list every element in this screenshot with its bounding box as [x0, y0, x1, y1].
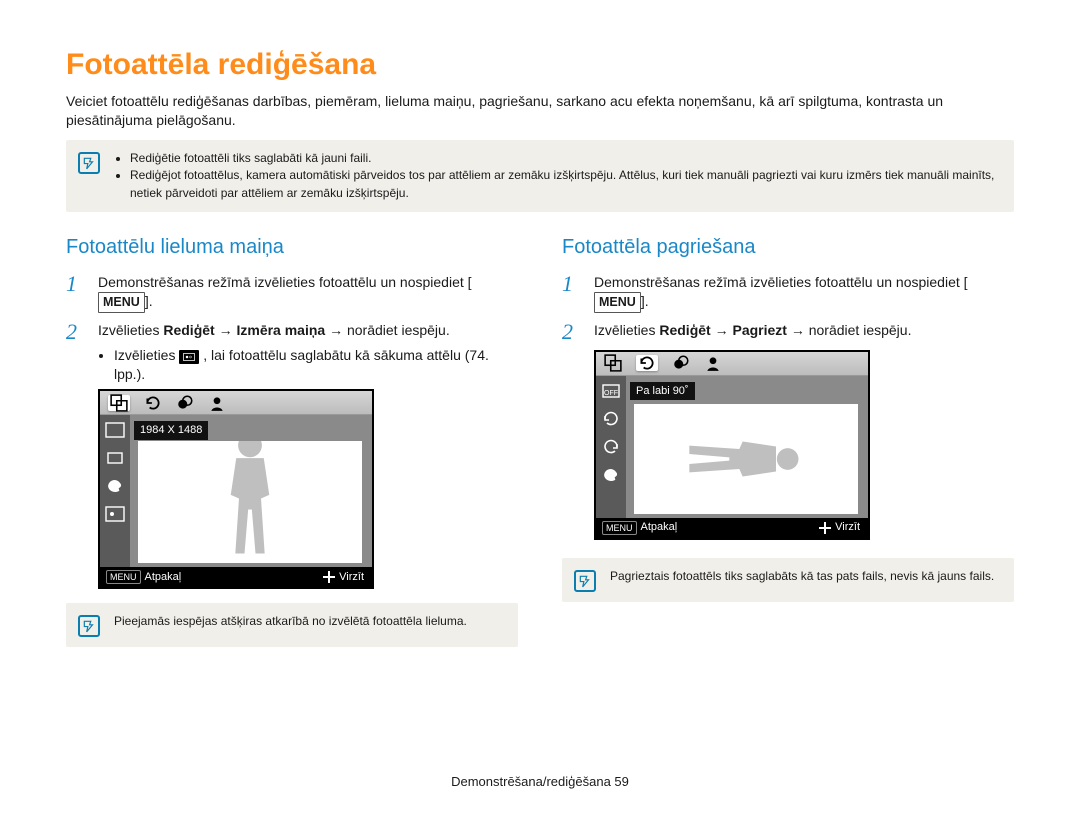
screen-iconbar [596, 352, 868, 376]
screen-bottombar: MENU Atpakaļ Virzīt [596, 518, 868, 538]
back-label: Atpakaļ [641, 520, 678, 535]
screen-photo [634, 404, 858, 514]
resize-note-text: Pieejamās iespējas atšķiras atkarībā no … [114, 613, 467, 630]
retouch-icon [208, 395, 226, 411]
menu-button: MENU [98, 292, 145, 313]
rotate-option-icon: OFF [601, 382, 621, 400]
step-text: . [645, 293, 649, 309]
step-text: → norādiet iespēju. [329, 322, 450, 338]
rotate-left-icon [601, 438, 621, 456]
resize-step-1: 1 Demonstrēšanas režīmā izvēlieties foto… [66, 273, 518, 313]
rotate-icon [144, 395, 162, 411]
top-note-item: Rediģējot fotoattēlus, kamera automātisk… [130, 167, 1000, 202]
step-number: 2 [66, 321, 86, 590]
rotate-right-icon [601, 410, 621, 428]
menu-chip: MENU [106, 570, 141, 584]
step-arrow: → [715, 322, 733, 338]
rotate-note-box: Pagrieztais fotoattēls tiks saglabāts kā… [562, 558, 1014, 602]
resize-icon [604, 355, 622, 371]
page-title: Fotoattēla rediģēšana [66, 48, 1014, 82]
dpad-icon [323, 571, 335, 583]
screen-photo [138, 441, 362, 563]
footer-page-number: 59 [614, 774, 628, 789]
screen-bottombar: MENU Atpakaļ Virzīt [100, 567, 372, 587]
intro-paragraph: Veiciet fotoattēlu rediģēšanas darbības,… [66, 92, 1014, 130]
screen-iconbar [100, 391, 372, 415]
resize-icon [108, 395, 130, 411]
resize-note-box: Pieejamās iespējas atšķiras atkarībā no … [66, 603, 518, 647]
footer-section: Demonstrēšana/rediģēšana [451, 774, 614, 789]
palette-icon [105, 477, 125, 495]
step-bold: Rediģēt [163, 322, 214, 338]
screen-caption: 1984 X 1488 [134, 421, 208, 440]
startup-image-icon [179, 350, 199, 364]
step-number: 2 [562, 321, 582, 540]
top-note-box: Rediģētie fotoattēli tiks saglabāti kā j… [66, 140, 1014, 212]
note-icon [574, 570, 596, 592]
rotate-step-1: 1 Demonstrēšanas režīmā izvēlieties foto… [562, 273, 1014, 313]
step-bold: Pagriezt [732, 322, 786, 338]
page-footer: Demonstrēšana/rediģēšana 59 [0, 774, 1080, 789]
rotate-note-text: Pagrieztais fotoattēls tiks saglabāts kā… [610, 568, 994, 585]
step-text: Izvēlieties [98, 322, 163, 338]
top-note-list: Rediģētie fotoattēli tiks saglabāti kā j… [130, 150, 1000, 202]
step-body: Izvēlieties Rediģēt → Pagriezt → norādie… [594, 321, 911, 540]
rotate-screen-preview: OFF Pa labi 90˚ [594, 350, 870, 540]
step-body: Demonstrēšanas režīmā izvēlieties fotoat… [98, 273, 518, 313]
resize-screen-preview: 1984 X 1488 MENU Atpakaļ [98, 389, 374, 589]
move-label: Virzīt [835, 520, 860, 535]
step-text: Demonstrēšanas režīmā izvēlieties fotoat… [594, 274, 964, 290]
step-text: → norādiet iespēju. [791, 322, 912, 338]
rotate-heading: Fotoattēla pagriešana [562, 236, 1014, 259]
startup-set-icon [105, 505, 125, 523]
bullet-text: Izvēlieties [114, 347, 179, 363]
menu-button: MENU [594, 292, 641, 313]
palette-icon [601, 466, 621, 484]
step-text: Demonstrēšanas režīmā izvēlieties fotoat… [98, 274, 468, 290]
resize-step-2: 2 Izvēlieties Rediģēt → Izmēra maiņa → n… [66, 321, 518, 590]
screen-caption: Pa labi 90˚ [630, 382, 695, 401]
note-icon [78, 152, 100, 174]
move-label: Virzīt [339, 570, 364, 585]
retouch-icon [704, 355, 722, 371]
step-bold: Izmēra maiņa [236, 322, 325, 338]
top-note-item: Rediģētie fotoattēli tiks saglabāti kā j… [130, 150, 1000, 167]
resize-heading: Fotoattēlu lieluma maiņa [66, 236, 518, 259]
dpad-icon [819, 522, 831, 534]
step-bold: Rediģēt [659, 322, 710, 338]
step-arrow: → [219, 322, 237, 338]
rotate-step-2: 2 Izvēlieties Rediģēt → Pagriezt → norād… [562, 321, 1014, 540]
filter-icon [176, 395, 194, 411]
svg-text:OFF: OFF [604, 390, 618, 397]
column-rotate: Fotoattēla pagriešana 1 Demonstrēšanas r… [562, 236, 1014, 671]
screen-sidebar [100, 415, 130, 567]
rotate-icon [636, 355, 658, 371]
column-resize: Fotoattēlu lieluma maiņa 1 Demonstrēšana… [66, 236, 518, 671]
step-text: Izvēlieties [594, 322, 659, 338]
note-icon [78, 615, 100, 637]
step-number: 1 [562, 273, 582, 313]
step-body: Demonstrēšanas režīmā izvēlieties fotoat… [594, 273, 1014, 313]
menu-chip: MENU [602, 521, 637, 535]
filter-icon [672, 355, 690, 371]
size-option-icon [105, 449, 125, 467]
step-text: . [149, 293, 153, 309]
step-number: 1 [66, 273, 86, 313]
resize-bullet: Izvēlieties , lai fotoattēlu saglabātu k… [114, 346, 518, 384]
size-option-icon [105, 421, 125, 439]
back-label: Atpakaļ [145, 570, 182, 585]
screen-sidebar: OFF [596, 376, 626, 518]
step-body: Izvēlieties Rediģēt → Izmēra maiņa → nor… [98, 321, 518, 590]
